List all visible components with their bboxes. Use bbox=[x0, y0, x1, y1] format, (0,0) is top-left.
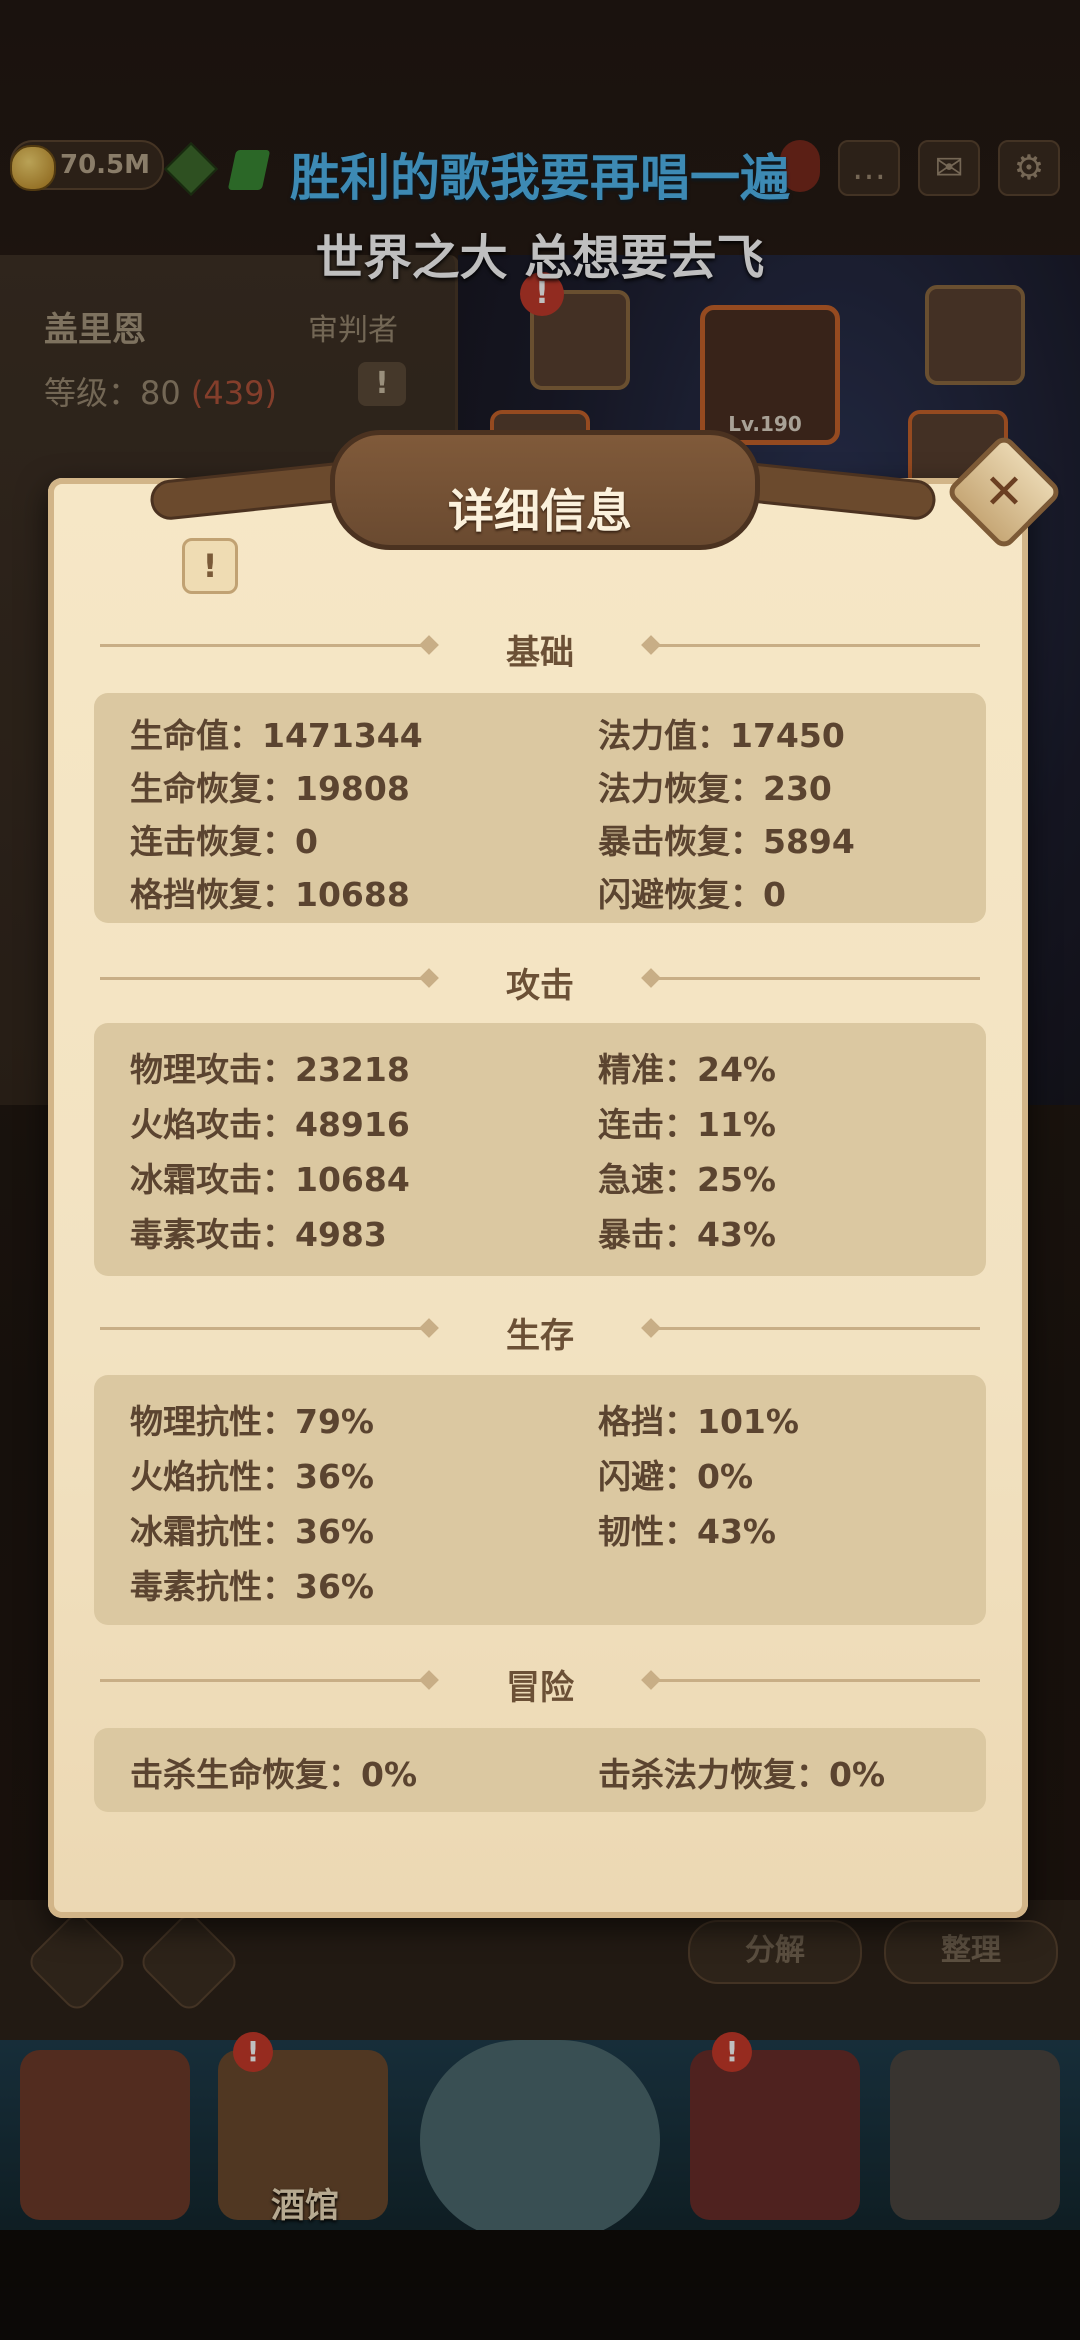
section-header-basic: 基础 bbox=[100, 625, 980, 673]
stat-crit: 暴击：43% bbox=[598, 1215, 776, 1254]
stat-block: 格挡：101% bbox=[598, 1402, 799, 1441]
info-button[interactable]: ! bbox=[182, 538, 238, 594]
section-title: 攻击 bbox=[506, 966, 574, 1006]
section-title: 冒险 bbox=[506, 1668, 574, 1708]
stats-panel-adventure: 击杀生命恢复：0% 击杀法力恢复：0% bbox=[94, 1728, 986, 1812]
stat-toughness: 韧性：43% bbox=[598, 1512, 776, 1551]
section-title: 基础 bbox=[506, 633, 574, 673]
stat-crit-regen: 暴击恢复：5894 bbox=[598, 822, 855, 861]
stats-panel-survival: 物理抗性：79% 火焰抗性：36% 冰霜抗性：36% 毒素抗性：36% 格挡：1… bbox=[94, 1375, 986, 1625]
stat-mp-regen: 法力恢复：230 bbox=[598, 769, 832, 808]
stat-mp: 法力值：17450 bbox=[598, 716, 845, 755]
stat-frost-resist: 冰霜抗性：36% bbox=[130, 1512, 374, 1551]
stat-fire-attack: 火焰攻击：48916 bbox=[130, 1105, 410, 1144]
stat-combo-regen: 连击恢复：0 bbox=[130, 822, 318, 861]
stat-physical-attack: 物理攻击：23218 bbox=[130, 1050, 410, 1089]
stat-dodge-regen: 闪避恢复：0 bbox=[598, 875, 786, 914]
stat-fire-resist: 火焰抗性：36% bbox=[130, 1457, 374, 1496]
section-header-attack: 攻击 bbox=[100, 958, 980, 1006]
stat-dodge: 闪避：0% bbox=[598, 1457, 754, 1496]
stat-poison-resist: 毒素抗性：36% bbox=[130, 1567, 374, 1606]
close-icon[interactable]: ✕ bbox=[962, 450, 1046, 534]
section-header-adventure: 冒险 bbox=[100, 1660, 980, 1708]
stat-combo: 连击：11% bbox=[598, 1105, 776, 1144]
stats-panel-basic: 生命值：1471344 生命恢复：19808 连击恢复：0 格挡恢复：10688… bbox=[94, 693, 986, 923]
stats-panel-attack: 物理攻击：23218 火焰攻击：48916 冰霜攻击：10684 毒素攻击：49… bbox=[94, 1023, 986, 1276]
stat-hp-regen: 生命恢复：19808 bbox=[130, 769, 410, 808]
stat-physical-resist: 物理抗性：79% bbox=[130, 1402, 374, 1441]
stat-kill-hp-regen: 击杀生命恢复：0% bbox=[130, 1755, 418, 1794]
stat-poison-attack: 毒素攻击：4983 bbox=[130, 1215, 387, 1254]
section-header-survival: 生存 bbox=[100, 1308, 980, 1356]
stat-accuracy: 精准：24% bbox=[598, 1050, 776, 1089]
section-title: 生存 bbox=[506, 1316, 574, 1356]
stat-haste: 急速：25% bbox=[598, 1160, 776, 1199]
stat-block-regen: 格挡恢复：10688 bbox=[130, 875, 410, 914]
dialog-title: 详细信息 bbox=[448, 484, 632, 538]
stat-hp: 生命值：1471344 bbox=[130, 716, 423, 755]
stat-frost-attack: 冰霜攻击：10684 bbox=[130, 1160, 410, 1199]
stat-kill-mp-regen: 击杀法力恢复：0% bbox=[598, 1755, 886, 1794]
